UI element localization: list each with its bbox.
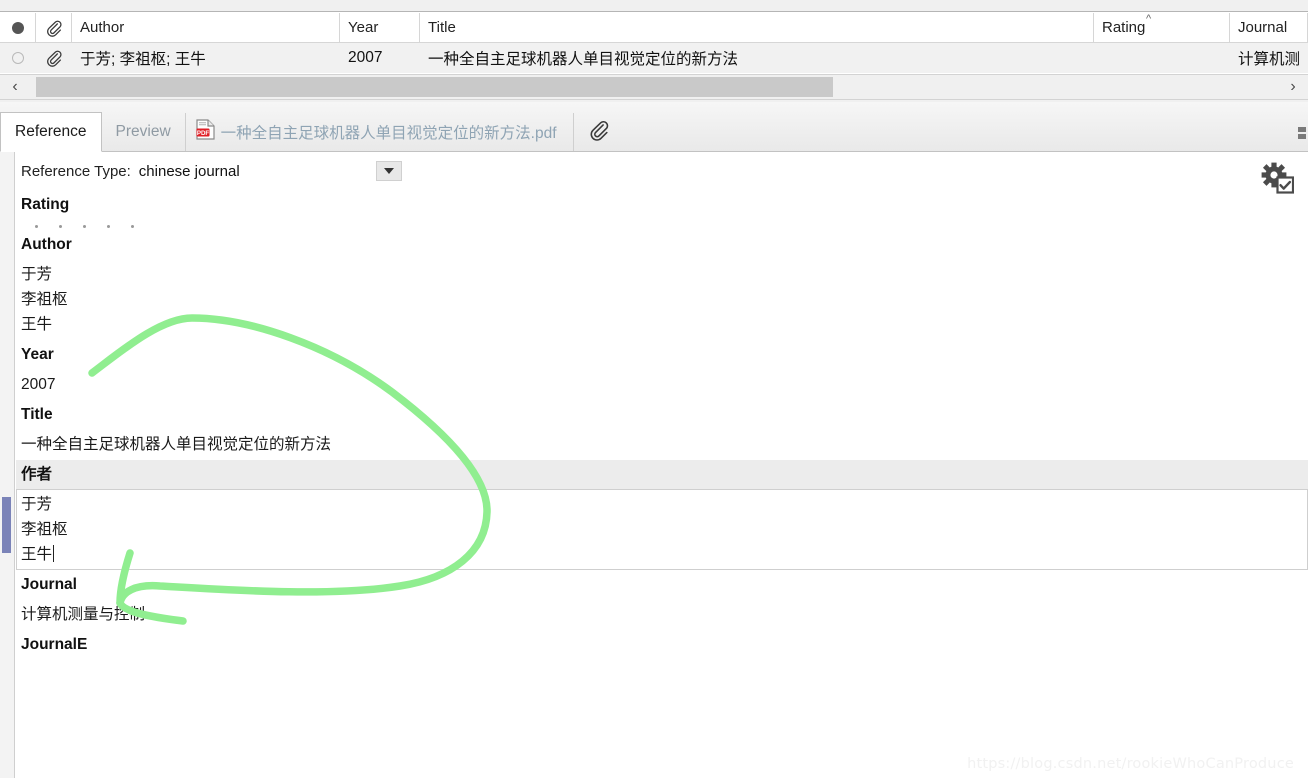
field-label-year: Year [21,346,54,363]
reference-fields-container: Reference Type: chinese journal Rating A… [16,152,1308,778]
zuozhe-line-text: 王牛 [21,546,53,563]
results-table: Author Year Title Rating ^ Journal 于芳; 李… [0,12,1308,74]
endnote-window: Author Year Title Rating ^ Journal 于芳; 李… [0,0,1308,778]
rating-dot-2[interactable] [59,225,62,228]
row-year: 2007 [348,49,383,66]
paperclip-icon [45,49,63,67]
column-header-title-label: Title [428,19,456,36]
column-header-title[interactable]: Title [420,12,1094,43]
tab-pdf-attachment[interactable]: PDF 一种全自主足球机器人单目视觉定位的新方法.pdf [186,113,574,151]
author-line: 王牛 [21,316,53,333]
table-horizontal-scrollbar[interactable]: ‹ › [0,74,1308,100]
window-top-strip [0,0,1308,12]
field-settings-button[interactable] [1260,162,1295,199]
table-row[interactable]: 于芳; 李祖枢; 王牛 2007 一种全自主足球机器人单目视觉定位的新方法 计算… [0,43,1308,73]
zuozhe-line: 于芳 [21,496,53,513]
row-title: 一种全自主足球机器人单目视觉定位的新方法 [428,51,739,68]
rating-dot-5[interactable] [131,225,134,228]
column-header-author[interactable]: Author [72,12,340,43]
field-value-journal[interactable]: 计算机测量与控制 [16,599,1308,630]
field-label-rating: Rating [21,196,70,213]
column-header-read-status[interactable] [0,12,36,43]
author-line: 李祖枢 [21,291,68,308]
tab-pdf-label: 一种全自主足球机器人单目视觉定位的新方法.pdf [220,125,557,142]
field-label-title: Title [21,406,53,423]
column-header-rating-label: Rating [1102,19,1146,36]
reference-type-row[interactable]: Reference Type: chinese journal [16,152,1308,190]
chevron-down-icon [383,168,394,174]
overflow-bar-bottom [1298,134,1306,139]
tab-bar-overflow-handle[interactable] [1298,121,1308,145]
tab-reference[interactable]: Reference [0,112,102,152]
zuozhe-line: 李祖枢 [21,521,68,538]
column-header-author-label: Author [80,19,125,36]
field-value-author[interactable]: 于芳 李祖枢 王牛 [16,259,1308,340]
vscroll-thumb[interactable] [2,497,11,553]
row-author: 于芳; 李祖枢; 王牛 [80,51,206,68]
field-label-journal: Journal [21,576,77,593]
author-line: 于芳 [21,266,53,283]
field-value-zuozhe[interactable]: 于芳 李祖枢 王牛 [16,489,1308,570]
tab-preview-label: Preview [115,123,171,140]
row-journal: 计算机测 [1238,51,1301,68]
scroll-right-arrow-icon[interactable]: › [1278,75,1308,99]
scroll-left-arrow-icon[interactable]: ‹ [0,75,30,99]
rating-dot-3[interactable] [83,225,86,228]
column-header-journal-label: Journal [1238,19,1288,36]
column-header-attachment[interactable] [36,12,72,43]
reference-type-value: chinese journal [138,162,240,180]
gear-checkbox-icon [1260,162,1295,198]
text-cursor [53,545,55,562]
paperclip-icon [45,19,63,37]
field-label-zuozhe: 作者 [16,460,1308,489]
overflow-bar-top [1298,127,1306,132]
tab-preview[interactable]: Preview [102,113,186,151]
svg-text:PDF: PDF [196,130,209,137]
field-value-journale[interactable] [16,659,1308,665]
zuozhe-line-active: 王牛 [21,542,1303,567]
rating-dot-1[interactable] [35,225,38,228]
field-label-journale: JournalE [21,636,88,653]
reference-type-label: Reference Type: [21,162,131,180]
field-value-title[interactable]: 一种全自主足球机器人单目视觉定位的新方法 [16,429,1308,460]
column-header-year-label: Year [348,19,379,36]
detail-tab-bar: Reference Preview PDF 一种全自主足球机器人单目视觉定位的新… [0,102,1308,152]
rating-dot-4[interactable] [107,225,110,228]
column-header-journal[interactable]: Journal [1230,12,1308,43]
row-rating [1094,43,1230,73]
read-status-dot-icon [11,21,24,34]
tab-attachments-button[interactable] [574,113,624,151]
hscroll-track[interactable] [30,75,1278,99]
tab-reference-label: Reference [15,123,87,140]
field-value-rating[interactable] [16,219,1308,230]
paperclip-icon [588,119,610,146]
column-header-rating[interactable]: Rating ^ [1094,12,1230,43]
pdf-file-icon: PDF [196,119,215,145]
field-label-author: Author [21,236,72,253]
table-header-row: Author Year Title Rating ^ Journal [0,12,1308,43]
field-value-year[interactable]: 2007 [16,369,1308,400]
row-read-status[interactable] [0,43,36,73]
column-header-year[interactable]: Year [340,12,420,43]
reference-detail-pane: Reference Type: chinese journal Rating A… [0,152,1308,778]
sort-ascending-icon: ^ [1146,12,1152,25]
row-attachment[interactable] [36,43,72,73]
unread-status-dot-icon [11,52,24,64]
watermark-text: https://blog.csdn.net/rookieWhoCanProduc… [967,756,1294,772]
hscroll-thumb[interactable] [36,77,833,97]
detail-vertical-scrollbar[interactable] [0,152,15,778]
reference-type-dropdown[interactable] [375,161,402,181]
